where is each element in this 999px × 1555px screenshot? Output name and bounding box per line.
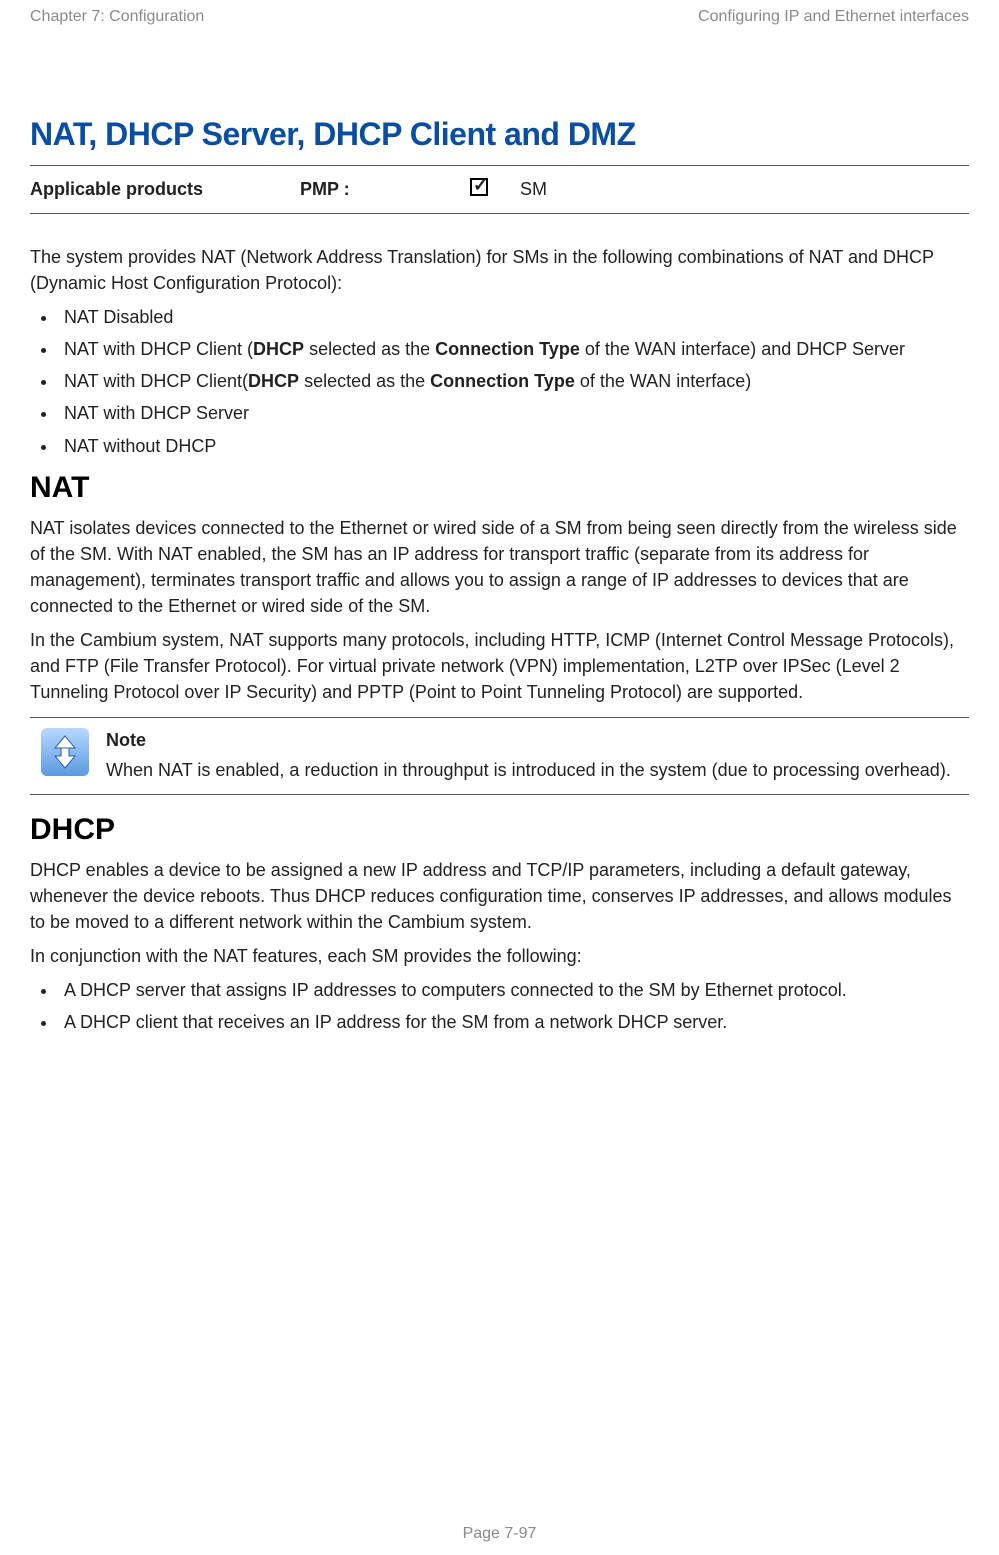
checked-box-icon [470, 178, 488, 196]
page-footer: Page 7-97 [0, 1525, 999, 1543]
note-heading: Note [106, 728, 963, 753]
dhcp-heading: DHCP [30, 813, 969, 847]
page-header: Chapter 7: Configuration Configuring IP … [30, 0, 969, 26]
intro-paragraph: The system provides NAT (Network Address… [30, 244, 969, 296]
note-box: Note When NAT is enabled, a reduction in… [30, 717, 969, 794]
note-icon-cell [30, 718, 100, 794]
table-row: Applicable products PMP : SM [30, 166, 969, 214]
applicable-products-table: Applicable products PMP : SM [30, 165, 969, 214]
dhcp-features-list: A DHCP server that assigns IP addresses … [30, 977, 969, 1035]
nat-paragraph-2: In the Cambium system, NAT supports many… [30, 627, 969, 705]
nat-combinations-list: NAT Disabled NAT with DHCP Client (DHCP … [30, 304, 969, 458]
nat-paragraph-1: NAT isolates devices connected to the Et… [30, 515, 969, 619]
dhcp-paragraph-1: DHCP enables a device to be assigned a n… [30, 857, 969, 935]
note-content: Note When NAT is enabled, a reduction in… [100, 718, 969, 794]
note-body: When NAT is enabled, a reduction in thro… [106, 760, 951, 780]
list-item: NAT with DHCP Server [58, 400, 969, 426]
sm-label: SM [520, 166, 969, 214]
header-right: Configuring IP and Ethernet interfaces [698, 8, 969, 26]
sm-checkbox-cell [470, 166, 520, 214]
table-row: Note When NAT is enabled, a reduction in… [30, 718, 969, 794]
list-item: A DHCP server that assigns IP addresses … [58, 977, 969, 1003]
info-arrow-icon [41, 728, 89, 776]
list-item: NAT with DHCP Client (DHCP selected as t… [58, 336, 969, 362]
list-item: NAT with DHCP Client(DHCP selected as th… [58, 368, 969, 394]
list-item: NAT without DHCP [58, 433, 969, 459]
page-title: NAT, DHCP Server, DHCP Client and DMZ [30, 116, 969, 153]
applicable-products-label: Applicable products [30, 166, 300, 214]
nat-heading: NAT [30, 471, 969, 505]
pmp-label: PMP : [300, 166, 470, 214]
list-item: NAT Disabled [58, 304, 969, 330]
list-item: A DHCP client that receives an IP addres… [58, 1009, 969, 1035]
header-left: Chapter 7: Configuration [30, 8, 204, 26]
dhcp-paragraph-2: In conjunction with the NAT features, ea… [30, 943, 969, 969]
